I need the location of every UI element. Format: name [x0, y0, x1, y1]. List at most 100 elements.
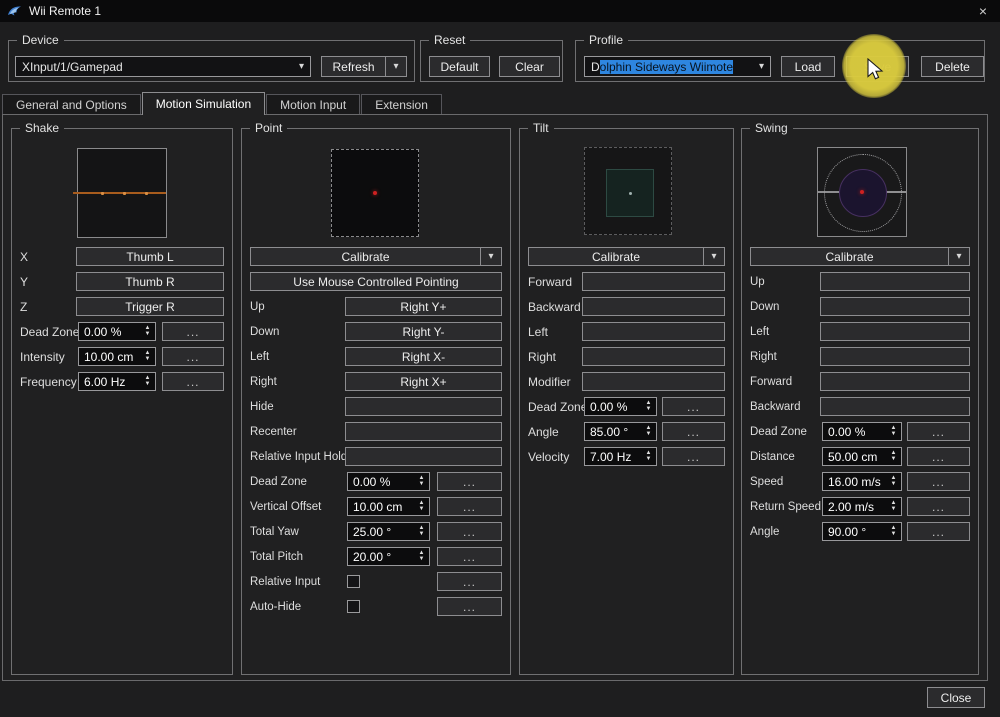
- calibrate-dropdown-icon[interactable]: ▾: [703, 248, 724, 265]
- point-recenter-mapping-button[interactable]: [345, 422, 502, 441]
- swing-return-speed-spinbox[interactable]: 2.00 m/s ▲▼: [822, 497, 902, 516]
- window-close-button[interactable]: ×: [966, 0, 1000, 22]
- shake-dead-zone-spinbox[interactable]: 0.00 % ▲▼: [78, 322, 156, 341]
- tilt-modifier-mapping-button[interactable]: [582, 372, 725, 391]
- point-right-mapping-button[interactable]: Right X+: [345, 372, 502, 391]
- advanced-expression-button[interactable]: ...: [437, 497, 502, 516]
- advanced-expression-button[interactable]: ...: [907, 497, 970, 516]
- advanced-expression-button[interactable]: ...: [662, 447, 725, 466]
- save-button[interactable]: Save: [846, 56, 909, 77]
- calibrate-row: Calibrate ▾: [750, 247, 970, 266]
- swing-forward-mapping-button[interactable]: [820, 372, 970, 391]
- spinner-down-icon[interactable]: ▼: [646, 457, 652, 462]
- advanced-expression-button[interactable]: ...: [162, 322, 224, 341]
- close-button[interactable]: Close: [927, 687, 985, 708]
- swing-speed-spinbox[interactable]: 16.00 m/s ▲▼: [822, 472, 902, 491]
- advanced-expression-button[interactable]: ...: [907, 522, 970, 541]
- spinner-down-icon[interactable]: ▼: [145, 357, 151, 362]
- spinner-down-icon[interactable]: ▼: [646, 432, 652, 437]
- shake-y-mapping-button[interactable]: Thumb R: [76, 272, 224, 291]
- spinner-down-icon[interactable]: ▼: [419, 507, 425, 512]
- tab-extension[interactable]: Extension: [361, 94, 442, 114]
- refresh-button[interactable]: Refresh: [322, 57, 385, 76]
- spinner-down-icon[interactable]: ▼: [145, 382, 151, 387]
- advanced-expression-button[interactable]: ...: [662, 397, 725, 416]
- tilt-left-mapping-button[interactable]: [582, 322, 725, 341]
- calibrate-dropdown-icon[interactable]: ▾: [480, 248, 501, 265]
- mapping-label: X: [20, 250, 76, 264]
- spinner-down-icon[interactable]: ▼: [891, 482, 897, 487]
- refresh-dropdown-icon[interactable]: ▾: [385, 57, 406, 76]
- advanced-expression-button[interactable]: ...: [437, 472, 502, 491]
- point-down-mapping-button[interactable]: Right Y-: [345, 322, 502, 341]
- advanced-expression-button[interactable]: ...: [907, 447, 970, 466]
- default-button[interactable]: Default: [429, 56, 490, 77]
- auto-hide-checkbox[interactable]: [347, 600, 360, 613]
- tilt-backward-mapping-button[interactable]: [582, 297, 725, 316]
- swing-distance-spinbox[interactable]: 50.00 cm ▲▼: [822, 447, 902, 466]
- advanced-expression-button[interactable]: ...: [437, 547, 502, 566]
- tilt-forward-mapping-button[interactable]: [582, 272, 725, 291]
- swing-up-mapping-button[interactable]: [820, 272, 970, 291]
- spinner-down-icon[interactable]: ▼: [419, 532, 425, 537]
- tilt-velocity-spinbox[interactable]: 7.00 Hz ▲▼: [584, 447, 657, 466]
- advanced-expression-button[interactable]: ...: [662, 422, 725, 441]
- profile-combobox[interactable]: Dolphin Sideways Wiimote ▾: [584, 56, 771, 77]
- point-calibrate-split-button: Calibrate ▾: [250, 247, 502, 266]
- calibrate-dropdown-icon[interactable]: ▾: [948, 248, 969, 265]
- calibrate-button[interactable]: Calibrate: [529, 248, 703, 265]
- point-total-pitch-spinbox[interactable]: 20.00 ° ▲▼: [347, 547, 430, 566]
- shake-x-mapping-button[interactable]: Thumb L: [76, 247, 224, 266]
- tab-bar: General and Options Motion Simulation Mo…: [2, 92, 442, 114]
- swing-group: Swing Calibrate ▾ Up Down: [741, 128, 979, 675]
- swing-angle-spinbox[interactable]: 90.00 ° ▲▼: [822, 522, 902, 541]
- spinner-down-icon[interactable]: ▼: [891, 432, 897, 437]
- tilt-angle-spinbox[interactable]: 85.00 ° ▲▼: [584, 422, 657, 441]
- spinner-down-icon[interactable]: ▼: [891, 507, 897, 512]
- point-total-yaw-spinbox[interactable]: 25.00 ° ▲▼: [347, 522, 430, 541]
- swing-left-mapping-button[interactable]: [820, 322, 970, 341]
- delete-button[interactable]: Delete: [921, 56, 984, 77]
- tab-motion-input[interactable]: Motion Input: [266, 94, 360, 114]
- swing-down-mapping-button[interactable]: [820, 297, 970, 316]
- shake-z-mapping-button[interactable]: Trigger R: [76, 297, 224, 316]
- mouse-controlled-pointing-button[interactable]: Use Mouse Controlled Pointing: [250, 272, 502, 291]
- swing-dead-zone-spinbox[interactable]: 0.00 % ▲▼: [822, 422, 902, 441]
- tab-general-and-options[interactable]: General and Options: [2, 94, 141, 114]
- calibrate-button[interactable]: Calibrate: [251, 248, 480, 265]
- shake-group-label: Shake: [20, 121, 64, 135]
- point-up-mapping-button[interactable]: Right Y+: [345, 297, 502, 316]
- tilt-dead-zone-spinbox[interactable]: 0.00 % ▲▼: [584, 397, 657, 416]
- spinner-down-icon[interactable]: ▼: [891, 532, 897, 537]
- swing-right-mapping-button[interactable]: [820, 347, 970, 366]
- shake-intensity-spinbox[interactable]: 10.00 cm ▲▼: [78, 347, 156, 366]
- point-relative-input-hold-mapping-button[interactable]: [345, 447, 502, 466]
- spinner-down-icon[interactable]: ▼: [419, 557, 425, 562]
- shake-frequency-spinbox[interactable]: 6.00 Hz ▲▼: [78, 372, 156, 391]
- point-left-mapping-button[interactable]: Right X-: [345, 347, 502, 366]
- tilt-right-mapping-button[interactable]: [582, 347, 725, 366]
- spinner-down-icon[interactable]: ▼: [145, 332, 151, 337]
- load-button[interactable]: Load: [781, 56, 835, 77]
- tab-motion-simulation[interactable]: Motion Simulation: [142, 92, 265, 115]
- advanced-expression-button[interactable]: ...: [437, 597, 502, 616]
- point-dead-zone-spinbox[interactable]: 0.00 % ▲▼: [347, 472, 430, 491]
- advanced-expression-button[interactable]: ...: [907, 472, 970, 491]
- spinner-down-icon[interactable]: ▼: [891, 457, 897, 462]
- clear-button[interactable]: Clear: [499, 56, 560, 77]
- advanced-expression-button[interactable]: ...: [907, 422, 970, 441]
- mapping-label: Backward: [750, 401, 820, 413]
- device-combobox[interactable]: XInput/1/Gamepad ▾: [15, 56, 311, 77]
- relative-input-checkbox[interactable]: [347, 575, 360, 588]
- point-hide-mapping-button[interactable]: [345, 397, 502, 416]
- advanced-expression-button[interactable]: ...: [162, 347, 224, 366]
- advanced-expression-button[interactable]: ...: [437, 572, 502, 591]
- setting-row: Total Yaw 25.00 ° ▲▼ ...: [250, 522, 502, 541]
- advanced-expression-button[interactable]: ...: [437, 522, 502, 541]
- spinner-down-icon[interactable]: ▼: [419, 482, 425, 487]
- calibrate-button[interactable]: Calibrate: [751, 248, 948, 265]
- swing-backward-mapping-button[interactable]: [820, 397, 970, 416]
- advanced-expression-button[interactable]: ...: [162, 372, 224, 391]
- point-vertical-offset-spinbox[interactable]: 10.00 cm ▲▼: [347, 497, 430, 516]
- spinner-down-icon[interactable]: ▼: [646, 407, 652, 412]
